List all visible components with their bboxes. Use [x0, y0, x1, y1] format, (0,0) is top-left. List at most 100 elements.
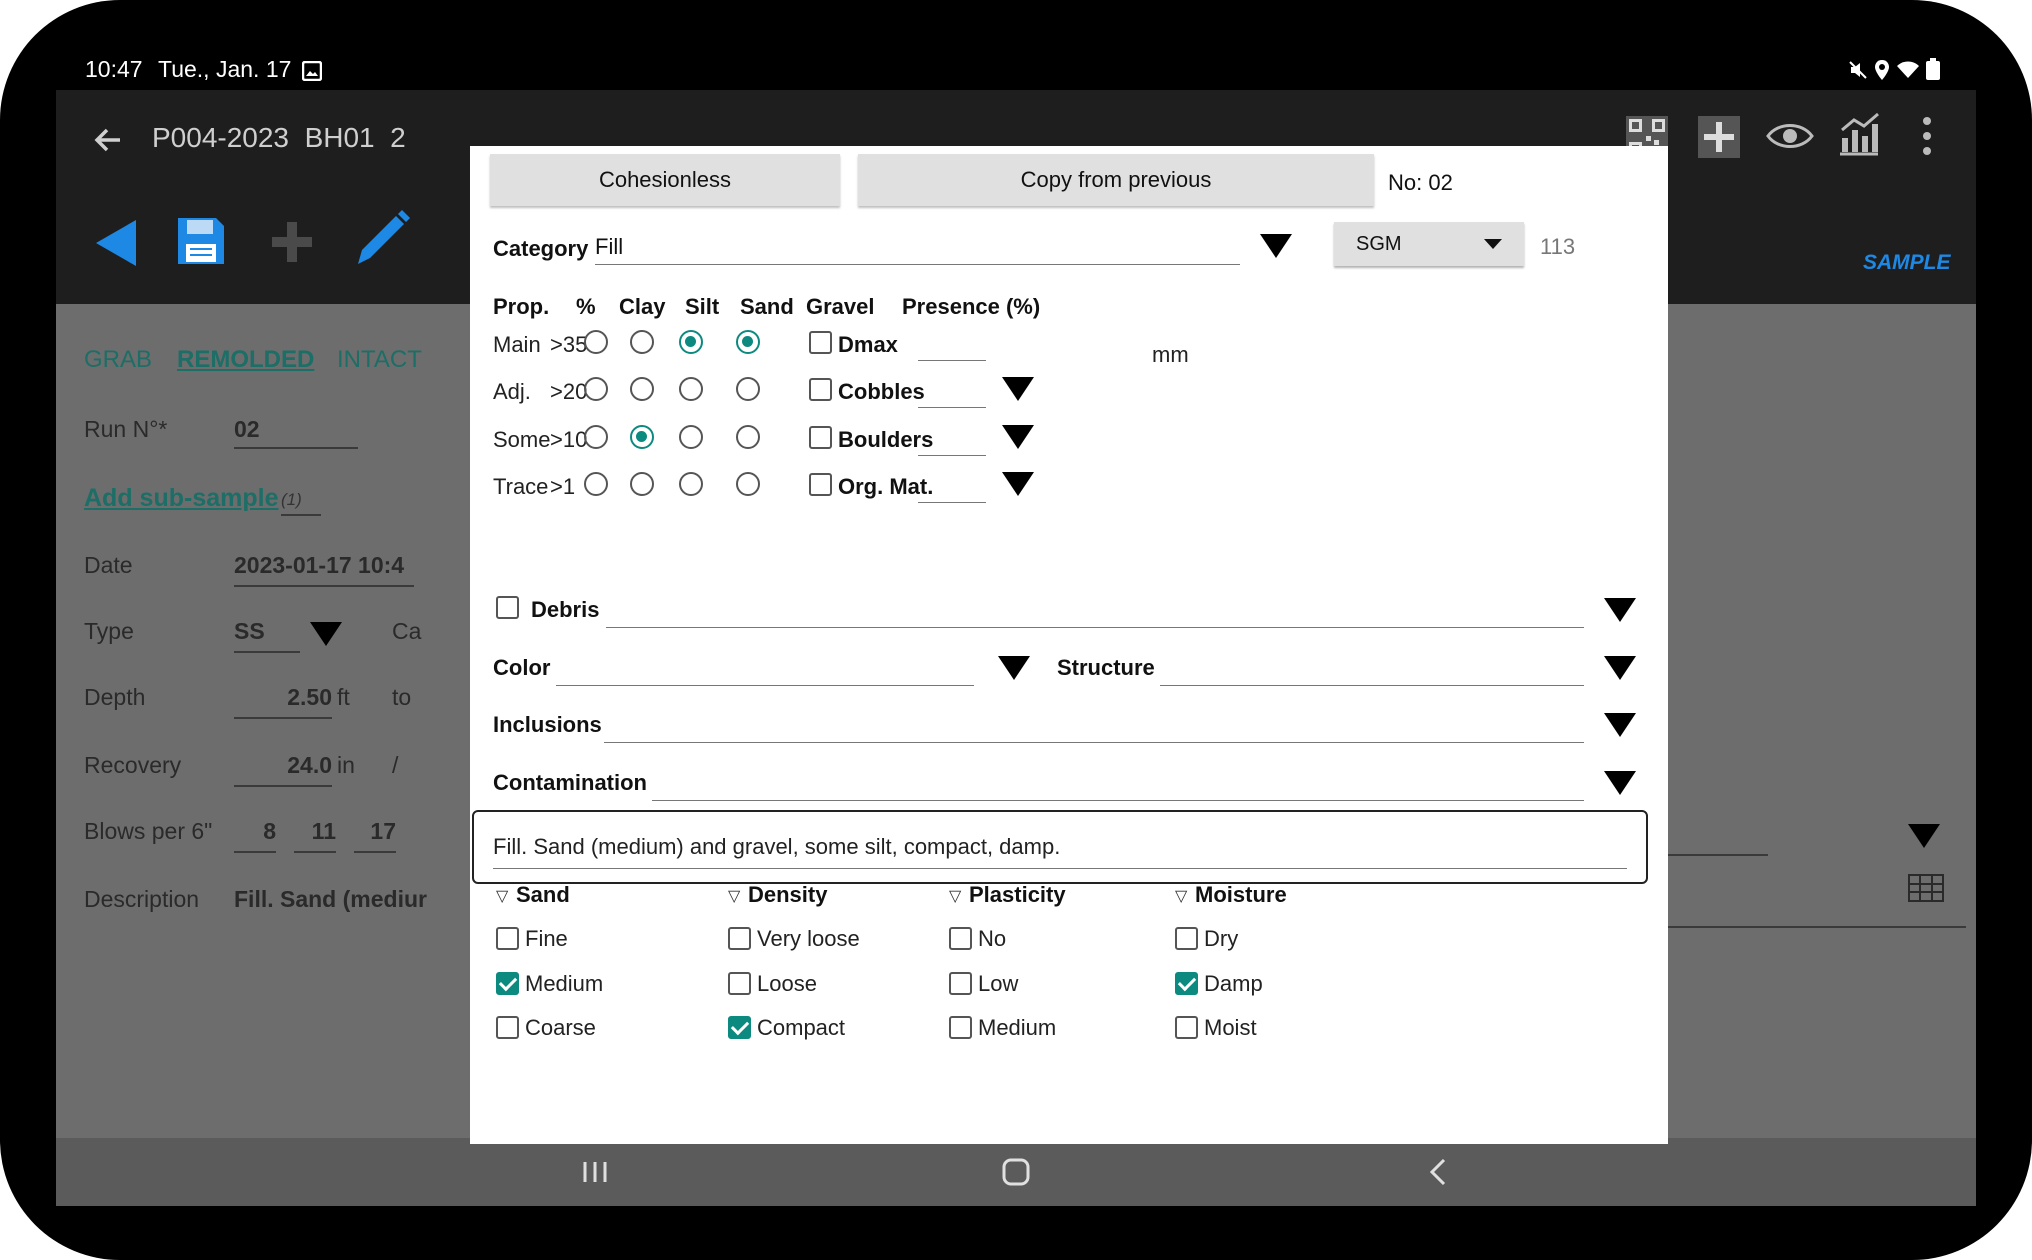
radio-adj-sand[interactable]: [679, 377, 703, 401]
boulders-label: Boulders: [838, 427, 934, 452]
description-field[interactable]: Fill. Sand (mediur: [234, 886, 427, 913]
density-loose-label: Loose: [757, 971, 817, 996]
radio-trace-silt[interactable]: [630, 472, 654, 496]
radio-main-silt[interactable]: [630, 330, 654, 354]
radio-some-silt[interactable]: [630, 425, 654, 449]
sand-medium-checkbox[interactable]: [496, 972, 519, 995]
sand-header: Sand: [740, 294, 794, 319]
tab-grab[interactable]: GRAB: [84, 346, 152, 374]
debris-dropdown-icon[interactable]: [1604, 598, 1636, 622]
cobbles-dropdown-icon[interactable]: [1002, 377, 1034, 401]
orgmat-checkbox[interactable]: [809, 473, 832, 496]
add-sub-sample-link[interactable]: Add sub-sample: [84, 484, 278, 513]
recent-apps-icon[interactable]: [582, 1160, 608, 1184]
back-arrow-icon[interactable]: [94, 128, 122, 152]
boulders-field[interactable]: [918, 455, 986, 456]
sand-coarse-checkbox[interactable]: [496, 1016, 519, 1039]
radio-main-clay[interactable]: [584, 330, 608, 354]
tab-remolded[interactable]: REMOLDED: [177, 346, 314, 374]
tab-intact[interactable]: INTACT: [337, 346, 422, 374]
boulders-dropdown-icon[interactable]: [1002, 425, 1034, 449]
plasticity-no-label: No: [978, 926, 1007, 951]
inclusions-field[interactable]: [604, 742, 1584, 743]
previous-icon[interactable]: [94, 218, 138, 268]
radio-adj-clay[interactable]: [584, 377, 608, 401]
structure-dropdown-icon[interactable]: [1604, 656, 1636, 680]
save-icon[interactable]: [176, 216, 226, 266]
type-field[interactable]: SS: [234, 618, 300, 653]
contamination-field[interactable]: [652, 800, 1584, 801]
radio-main-sand[interactable]: [679, 330, 703, 354]
nav-back-icon[interactable]: [1428, 1158, 1448, 1186]
edit-pencil-icon[interactable]: [356, 208, 410, 266]
device-frame: 10:47 Tue., Jan. 17 P004-2023 BH01 2 SAM…: [0, 0, 2032, 1260]
blows-field-1[interactable]: 8: [234, 818, 276, 853]
radio-main-gravel[interactable]: [736, 330, 760, 354]
moisture-moist-checkbox[interactable]: [1175, 1016, 1198, 1039]
right-dropdown-icon[interactable]: [1908, 824, 1940, 848]
sand-collapse-icon[interactable]: ▽: [496, 886, 508, 906]
cobbles-field[interactable]: [918, 407, 986, 408]
structure-field[interactable]: [1160, 685, 1584, 686]
description-box[interactable]: Fill. Sand (medium) and gravel, some sil…: [472, 810, 1648, 884]
moisture-damp-checkbox[interactable]: [1175, 972, 1198, 995]
contamination-dropdown-icon[interactable]: [1604, 771, 1636, 795]
radio-some-clay[interactable]: [584, 425, 608, 449]
radio-some-sand[interactable]: [679, 425, 703, 449]
orgmat-field[interactable]: [918, 502, 986, 503]
type-dropdown-icon[interactable]: [310, 622, 342, 646]
screen: 10:47 Tue., Jan. 17 P004-2023 BH01 2 SAM…: [56, 34, 1976, 1206]
density-very-loose-checkbox[interactable]: [728, 927, 751, 950]
debris-checkbox[interactable]: [496, 596, 519, 619]
chart-icon[interactable]: [1836, 110, 1880, 156]
cohesionless-button[interactable]: Cohesionless: [490, 154, 840, 206]
depth-field[interactable]: 2.50: [234, 684, 332, 719]
plasticity-no-checkbox[interactable]: [949, 927, 972, 950]
copy-from-previous-button[interactable]: Copy from previous: [858, 154, 1374, 206]
orgmat-dropdown-icon[interactable]: [1002, 472, 1034, 496]
dmax-checkbox[interactable]: [809, 331, 832, 354]
sand-fine-checkbox[interactable]: [496, 927, 519, 950]
density-group-title: Density: [748, 882, 828, 907]
moisture-collapse-icon[interactable]: ▽: [1175, 886, 1187, 906]
dmax-label: Dmax: [838, 332, 898, 357]
blows-field-3[interactable]: 17: [354, 818, 396, 853]
radio-adj-gravel[interactable]: [736, 377, 760, 401]
row-percent-adj: >20: [550, 379, 588, 404]
cobbles-checkbox[interactable]: [809, 378, 832, 401]
table-grid-icon[interactable]: [1908, 874, 1944, 902]
structure-label: Structure: [1057, 655, 1155, 680]
add-box-icon[interactable]: [1696, 114, 1742, 160]
sgm-dropdown[interactable]: SGM: [1334, 222, 1524, 266]
eye-icon[interactable]: [1766, 120, 1814, 152]
density-compact-checkbox[interactable]: [728, 1016, 751, 1039]
plasticity-collapse-icon[interactable]: ▽: [949, 886, 961, 906]
radio-trace-sand[interactable]: [679, 472, 703, 496]
color-field[interactable]: [556, 685, 974, 686]
overflow-menu-icon[interactable]: [1922, 116, 1932, 156]
density-collapse-icon[interactable]: ▽: [728, 886, 740, 906]
run-field[interactable]: 02: [234, 416, 358, 449]
dmax-field[interactable]: [918, 360, 986, 361]
moisture-dry-checkbox[interactable]: [1175, 927, 1198, 950]
inclusions-dropdown-icon[interactable]: [1604, 713, 1636, 737]
blows-field-2[interactable]: 11: [294, 818, 336, 853]
radio-adj-silt[interactable]: [630, 377, 654, 401]
recovery-field[interactable]: 24.0: [234, 752, 332, 787]
date-field[interactable]: 2023-01-17 10:4: [234, 552, 414, 587]
cobbles-label: Cobbles: [838, 379, 925, 404]
radio-trace-gravel[interactable]: [736, 472, 760, 496]
plasticity-low-checkbox[interactable]: [949, 972, 972, 995]
boulders-checkbox[interactable]: [809, 426, 832, 449]
color-dropdown-icon[interactable]: [998, 656, 1030, 680]
add-icon[interactable]: [270, 220, 314, 264]
debris-field[interactable]: [606, 627, 1584, 628]
plasticity-medium-checkbox[interactable]: [949, 1016, 972, 1039]
home-icon[interactable]: [1002, 1158, 1030, 1186]
density-loose-checkbox[interactable]: [728, 972, 751, 995]
category-value[interactable]: Fill: [595, 234, 623, 260]
radio-trace-clay[interactable]: [584, 472, 608, 496]
radio-some-gravel[interactable]: [736, 425, 760, 449]
category-dropdown-icon[interactable]: [1260, 234, 1292, 258]
prop-header: Prop.: [493, 294, 550, 319]
